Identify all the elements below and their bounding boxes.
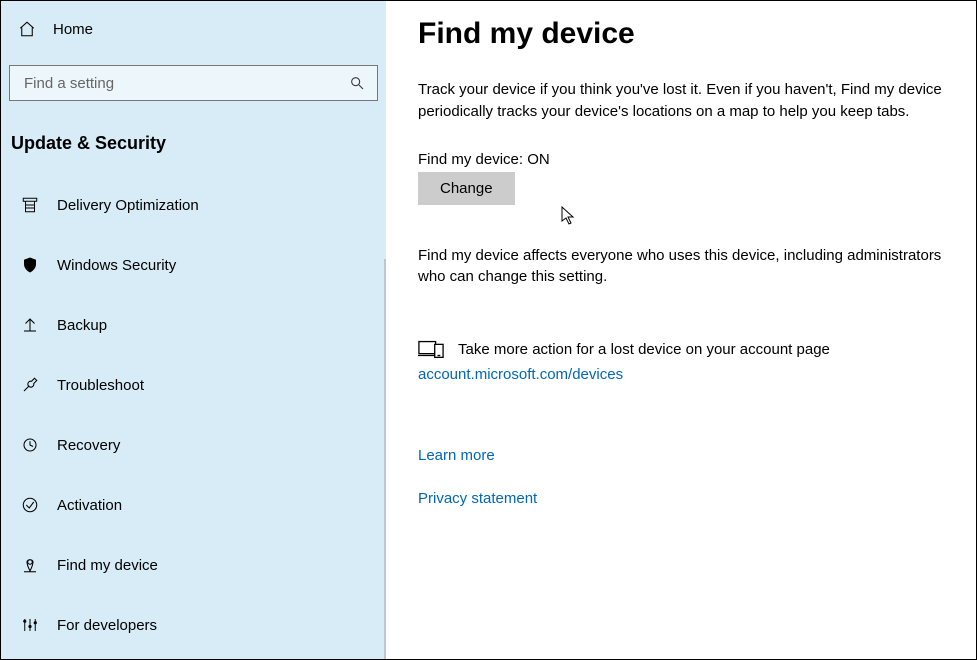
learn-more-link[interactable]: Learn more (418, 447, 950, 464)
sidebar-section-header: Update & Security (7, 119, 380, 156)
sidebar-item-label: Troubleshoot (57, 377, 144, 394)
sidebar-home[interactable]: Home (7, 5, 380, 53)
sidebar-item-label: Recovery (57, 437, 120, 454)
devices-icon (418, 338, 444, 360)
sidebar-item-label: Delivery Optimization (57, 197, 199, 214)
sidebar-item-label: Activation (57, 497, 122, 514)
sidebar-item-delivery-optimization[interactable]: Delivery Optimization (7, 182, 380, 228)
checkmark-circle-icon (19, 496, 41, 514)
search-input[interactable] (22, 74, 331, 93)
sidebar-item-activation[interactable]: Activation (7, 482, 380, 528)
change-button[interactable]: Change (418, 172, 515, 205)
sidebar-item-label: Find my device (57, 557, 158, 574)
search-icon (349, 75, 365, 91)
sidebar-item-label: Windows Security (57, 257, 176, 274)
find-my-device-status: Find my device: ON (418, 151, 950, 168)
device-effect-text: Find my device affects everyone who uses… (418, 245, 950, 289)
sidebar: Home Update & Security Delivery Optimiza… (1, 1, 386, 659)
status-value: ON (527, 151, 550, 168)
sidebar-item-label: For developers (57, 617, 157, 634)
sidebar-item-troubleshoot[interactable]: Troubleshoot (7, 362, 380, 408)
developers-icon (19, 616, 41, 634)
page-description: Track your device if you think you've lo… (418, 79, 950, 123)
sidebar-home-label: Home (53, 21, 93, 38)
status-label: Find my device: (418, 151, 527, 168)
sidebar-item-backup[interactable]: Backup (7, 302, 380, 348)
shield-icon (19, 256, 41, 274)
main-content: Find my device Track your device if you … (386, 1, 976, 659)
account-action-text: Take more action for a lost device on yo… (458, 341, 830, 358)
wrench-icon (19, 376, 41, 394)
sidebar-item-label: Backup (57, 317, 107, 334)
recovery-icon (19, 436, 41, 454)
sidebar-item-recovery[interactable]: Recovery (7, 422, 380, 468)
sidebar-item-for-developers[interactable]: For developers (7, 602, 380, 648)
location-icon (19, 556, 41, 574)
account-action-row: Take more action for a lost device on yo… (418, 338, 950, 360)
privacy-statement-link[interactable]: Privacy statement (418, 490, 950, 507)
backup-icon (19, 316, 41, 334)
sidebar-item-windows-security[interactable]: Windows Security (7, 242, 380, 288)
account-devices-link[interactable]: account.microsoft.com/devices (418, 366, 950, 383)
search-box[interactable] (9, 65, 378, 101)
sidebar-scrollbar[interactable] (384, 259, 386, 659)
page-title: Find my device (418, 17, 950, 51)
home-icon (17, 20, 37, 38)
sidebar-item-find-my-device[interactable]: Find my device (7, 542, 380, 588)
delivery-optimization-icon (19, 196, 41, 214)
